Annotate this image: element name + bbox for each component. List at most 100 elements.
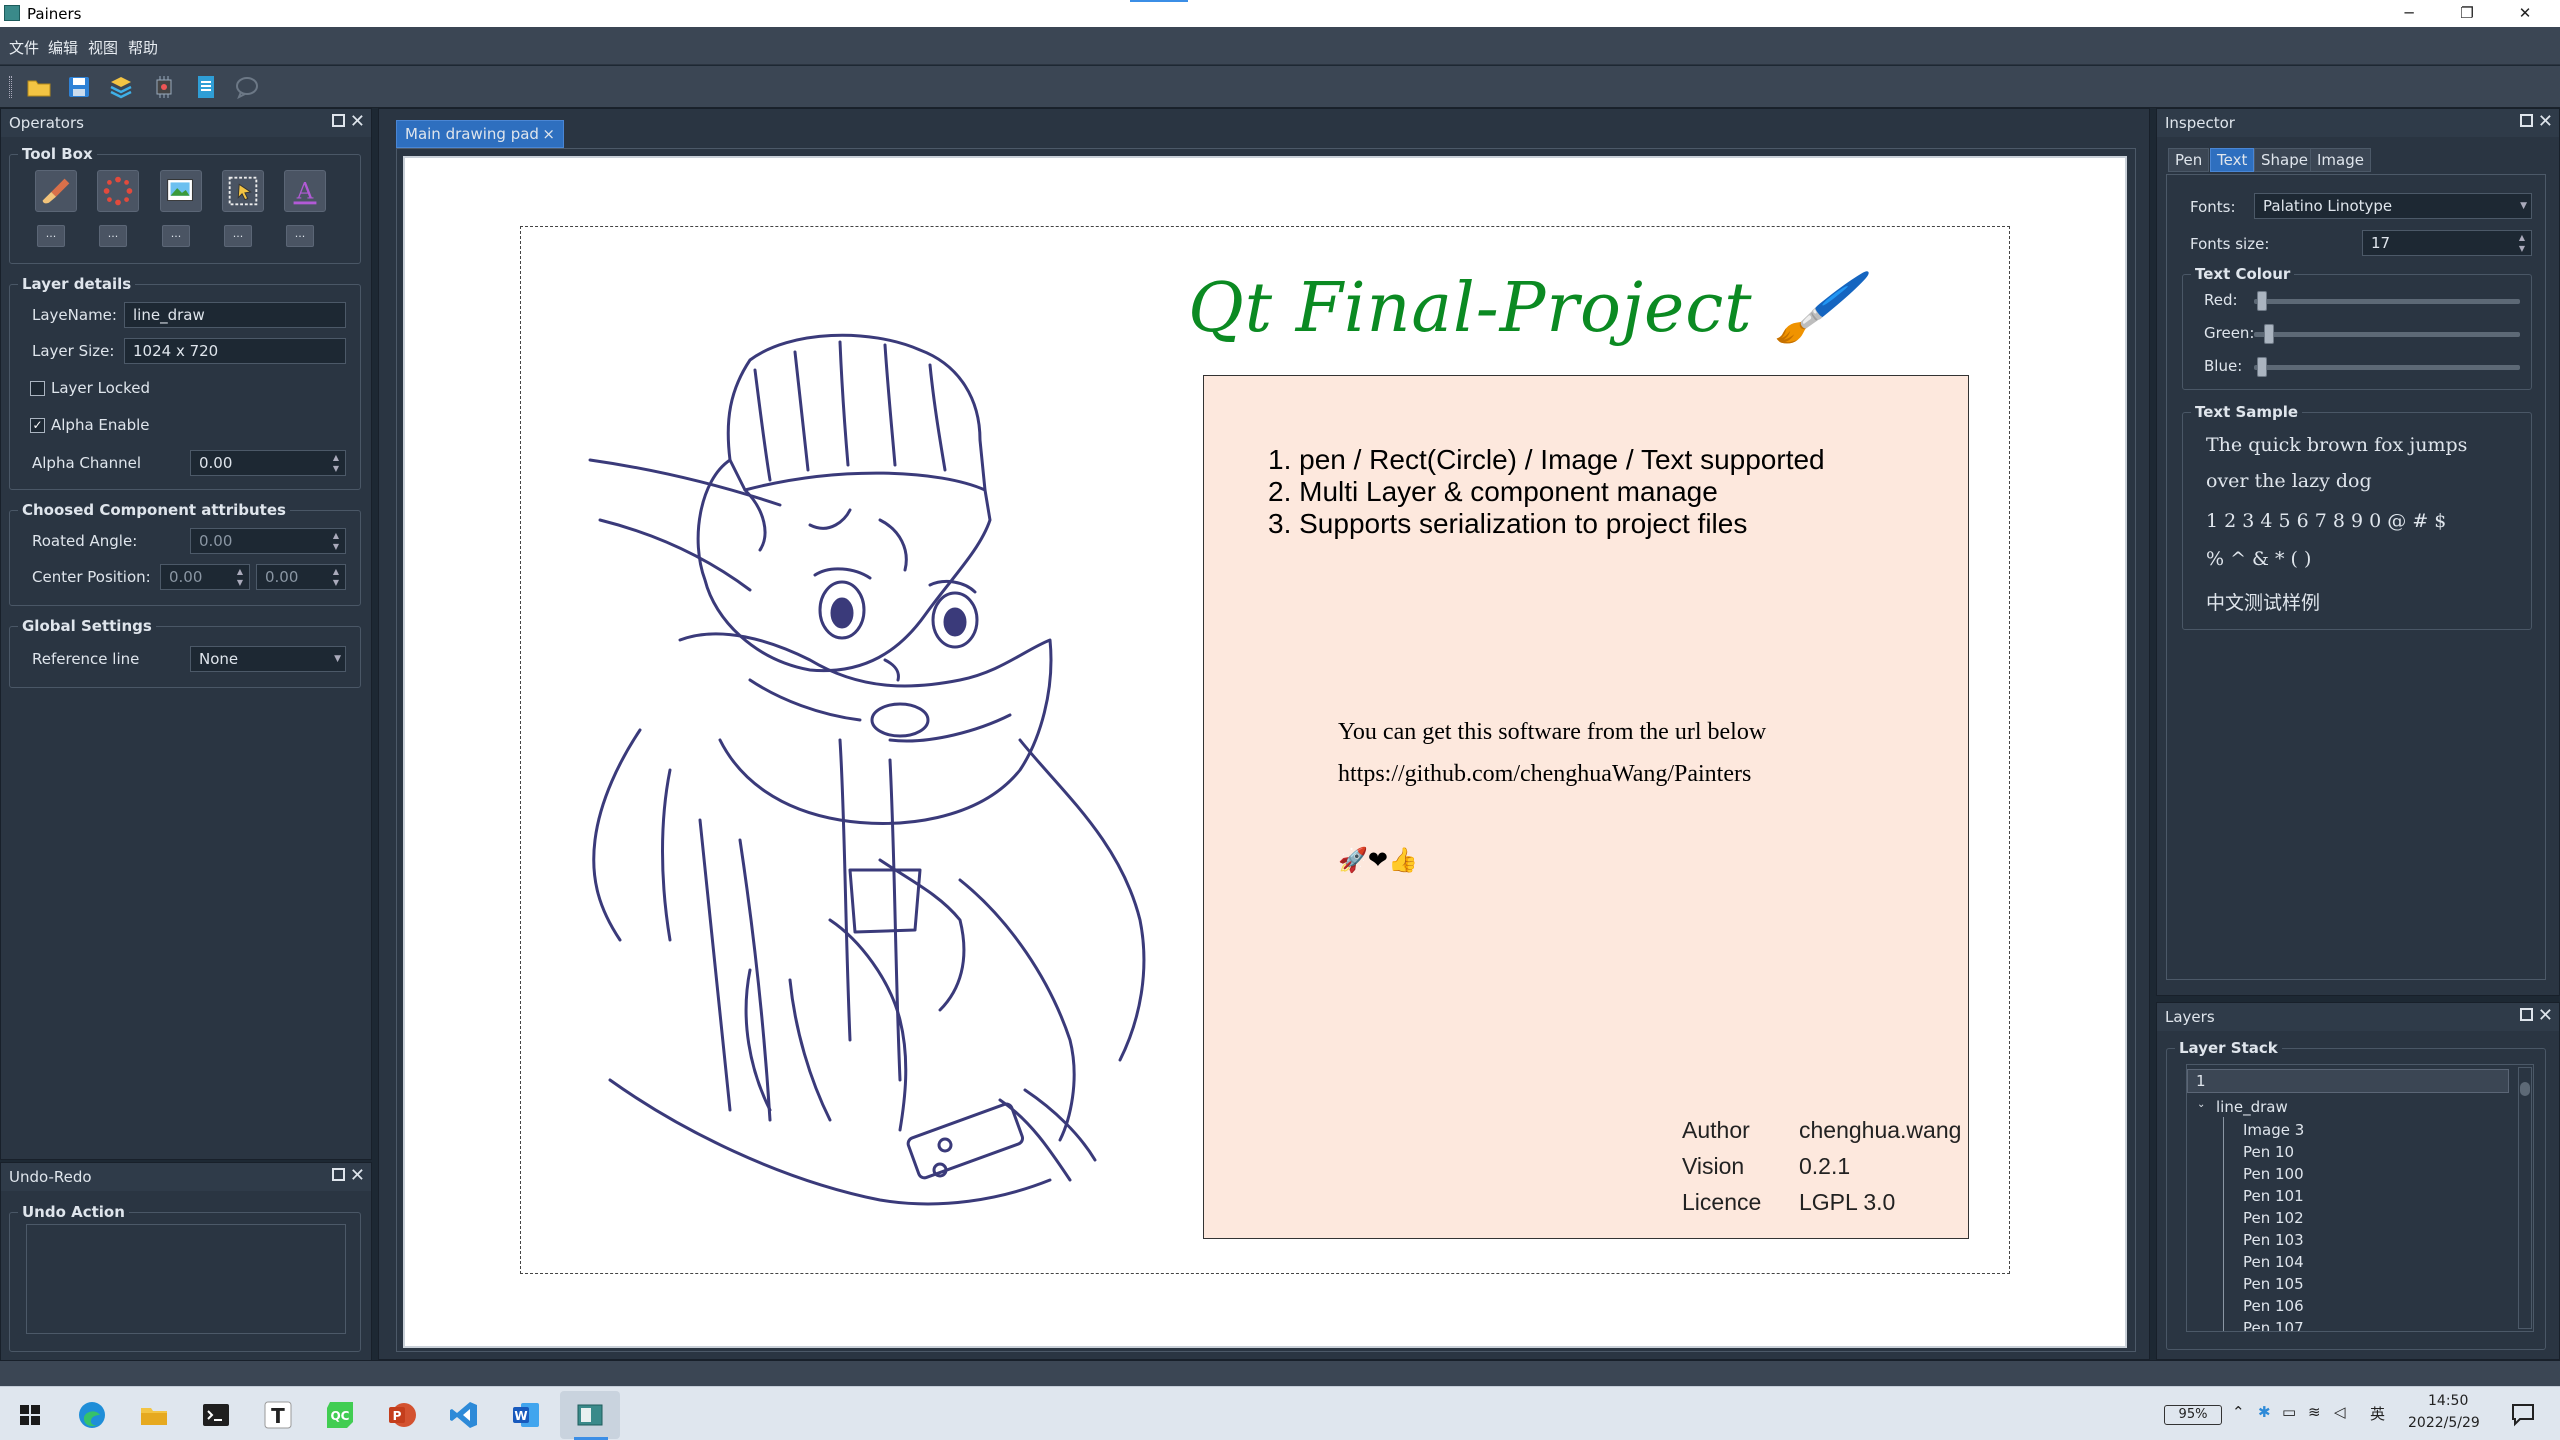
power-plug-icon[interactable]: ▭ [2282, 1403, 2296, 1421]
blue-slider-handle[interactable] [2257, 357, 2267, 377]
reference-line-select[interactable]: None ▼ [190, 646, 346, 672]
edge-browser-icon[interactable] [76, 1399, 108, 1431]
layer-tree-child[interactable]: Pen 106 [2243, 1297, 2304, 1315]
file-explorer-icon[interactable] [138, 1399, 170, 1431]
painters-app-icon[interactable] [574, 1399, 606, 1431]
layer-tree-child[interactable]: Pen 101 [2243, 1187, 2304, 1205]
powerpoint-icon[interactable]: P [386, 1399, 418, 1431]
spin-down-icon[interactable]: ▼ [329, 577, 343, 588]
spin-up-icon[interactable]: ▲ [329, 566, 343, 577]
text-options-button[interactable]: ... [286, 225, 314, 247]
clock-time[interactable]: 14:50 [2428, 1393, 2468, 1409]
menu-edit[interactable]: 编辑 [48, 37, 78, 58]
bluetooth-icon[interactable]: ✱ [2258, 1403, 2271, 1421]
red-slider-handle[interactable] [2257, 291, 2267, 311]
layer-name-input[interactable]: line_draw [124, 302, 346, 328]
wifi-icon[interactable]: ≋ [2308, 1403, 2321, 1421]
spray-tool-button[interactable] [97, 170, 139, 212]
center-y-spinbox[interactable]: 0.00 ▲ ▼ [256, 564, 346, 590]
fonts-select[interactable]: Palatino Linotype ▼ [2254, 193, 2532, 219]
layer-tree-row-selected[interactable]: 1 [2187, 1069, 2509, 1093]
menu-file[interactable]: 文件 [9, 37, 39, 58]
blue-slider-track[interactable] [2254, 365, 2520, 370]
word-icon[interactable]: W [510, 1399, 542, 1431]
spin-down-icon[interactable]: ▼ [329, 541, 343, 552]
typora-icon[interactable]: T [262, 1399, 294, 1431]
spin-up-icon[interactable]: ▲ [329, 530, 343, 541]
layers-icon[interactable] [108, 74, 134, 100]
spin-up-icon[interactable]: ▲ [233, 566, 247, 577]
undo-list[interactable] [26, 1224, 346, 1334]
layer-tree-child[interactable]: Pen 103 [2243, 1231, 2304, 1249]
select-options-button[interactable]: ... [224, 225, 252, 247]
layer-tree-scrollbar[interactable] [2518, 1067, 2532, 1329]
tab-main-drawing-pad[interactable]: Main drawing pad × [396, 120, 564, 148]
brush-options-button[interactable]: ... [37, 225, 65, 247]
text-tool-button[interactable]: A [284, 170, 326, 212]
notification-icon[interactable] [2510, 1401, 2536, 1427]
layer-tree-child[interactable]: Pen 105 [2243, 1275, 2304, 1293]
tab-text[interactable]: Text [2210, 148, 2255, 172]
spin-down-icon[interactable]: ▼ [233, 577, 247, 588]
terminal-icon[interactable] [200, 1399, 232, 1431]
ime-indicator[interactable]: 英 [2370, 1403, 2385, 1424]
toolbar-grip[interactable] [9, 76, 12, 98]
close-icon[interactable]: ✕ [350, 111, 365, 132]
fonts-size-spinbox[interactable]: 17 ▲ ▼ [2362, 230, 2532, 256]
float-icon[interactable] [332, 1168, 345, 1181]
float-icon[interactable] [2520, 114, 2533, 127]
layer-tree[interactable]: 1 ⌄ line_draw Image 3 Pen 10 Pen 100 Pen… [2186, 1064, 2534, 1332]
volume-icon[interactable]: ◁ [2334, 1403, 2346, 1421]
chevron-down-icon[interactable]: ⌄ [2197, 1099, 2205, 1110]
layer-tree-root[interactable]: line_draw [2216, 1098, 2288, 1116]
windows-start-icon[interactable] [14, 1399, 46, 1431]
close-icon[interactable]: ✕ [2538, 111, 2553, 132]
layer-tree-child[interactable]: Pen 10 [2243, 1143, 2294, 1161]
float-icon[interactable] [332, 114, 345, 127]
canvas-title[interactable]: Qt Final-Project 🖌️ [1188, 268, 1861, 348]
center-x-spinbox[interactable]: 0.00 ▲ ▼ [160, 564, 250, 590]
document-icon[interactable] [193, 74, 219, 100]
vscode-icon[interactable] [448, 1399, 480, 1431]
close-button[interactable]: ✕ [2502, 2, 2548, 25]
select-tool-button[interactable] [222, 170, 264, 212]
battery-indicator[interactable]: 95% [2164, 1405, 2222, 1425]
menu-view[interactable]: 视图 [88, 37, 118, 58]
tray-chevron-up-icon[interactable]: ⌃ [2232, 1403, 2245, 1421]
line-drawing-sketch[interactable] [580, 320, 1200, 1240]
save-icon[interactable] [66, 74, 92, 100]
red-slider-track[interactable] [2254, 299, 2520, 304]
image-tool-button[interactable] [160, 170, 202, 212]
info-text-box[interactable]: 1. pen / Rect(Circle) / Image / Text sup… [1203, 375, 1969, 1239]
close-icon[interactable]: ✕ [350, 1165, 365, 1186]
spin-down-icon[interactable]: ▼ [2515, 243, 2529, 254]
layer-size-input[interactable]: 1024 x 720 [124, 338, 346, 364]
spin-up-icon[interactable]: ▲ [2515, 232, 2529, 243]
layer-locked-checkbox[interactable] [30, 381, 45, 396]
image-options-button[interactable]: ... [162, 225, 190, 247]
layer-tree-child[interactable]: Image 3 [2243, 1121, 2304, 1139]
brush-tool-button[interactable] [35, 170, 77, 212]
spin-up-icon[interactable]: ▲ [329, 452, 343, 463]
settings-chip-icon[interactable] [151, 74, 177, 100]
comment-icon[interactable] [234, 74, 260, 100]
layer-tree-child[interactable]: Pen 100 [2243, 1165, 2304, 1183]
tab-close-icon[interactable]: × [542, 121, 555, 147]
alpha-channel-spinbox[interactable]: 0.00 ▲ ▼ [190, 450, 346, 476]
qt-creator-icon[interactable]: QC [324, 1399, 356, 1431]
layer-tree-child[interactable]: Pen 104 [2243, 1253, 2304, 1271]
spray-options-button[interactable]: ... [99, 225, 127, 247]
menu-help[interactable]: 帮助 [128, 37, 158, 58]
rotated-angle-spinbox[interactable]: 0.00 ▲ ▼ [190, 528, 346, 554]
spin-down-icon[interactable]: ▼ [329, 463, 343, 474]
minimize-button[interactable]: ─ [2386, 2, 2432, 25]
maximize-button[interactable]: ❐ [2444, 2, 2490, 25]
alpha-enable-checkbox[interactable]: ✓ [30, 418, 45, 433]
layer-tree-child[interactable]: Pen 107 [2243, 1319, 2304, 1331]
folder-open-icon[interactable] [26, 74, 52, 100]
tab-image[interactable]: Image [2310, 148, 2371, 172]
tab-shape[interactable]: Shape [2254, 148, 2315, 172]
green-slider-track[interactable] [2254, 332, 2520, 337]
float-icon[interactable] [2520, 1008, 2533, 1021]
scrollbar-thumb[interactable] [2520, 1082, 2530, 1096]
